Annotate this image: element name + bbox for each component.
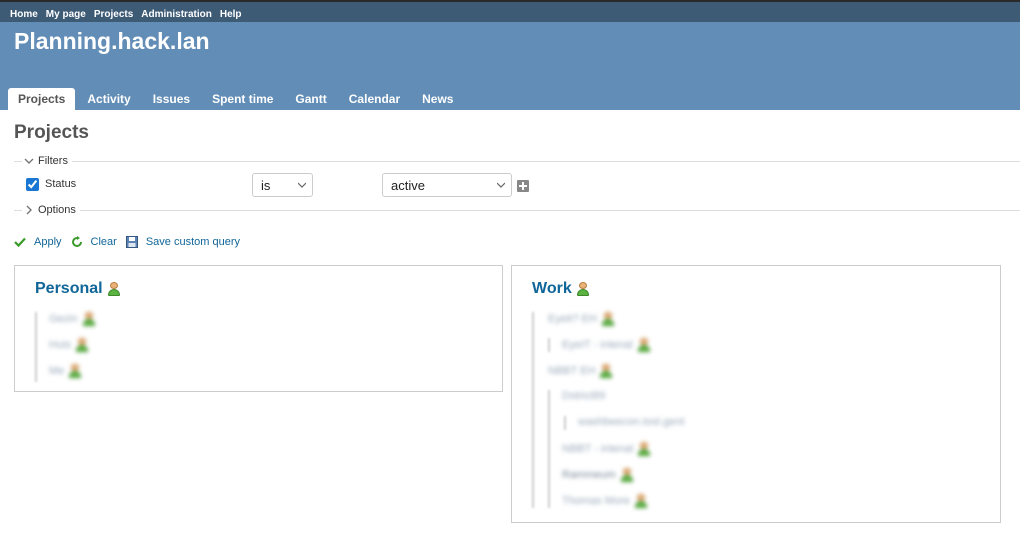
project-item[interactable]: NBBT - intenal xyxy=(562,442,651,456)
project-item[interactable]: Huis xyxy=(49,338,89,352)
top-menu: Home My page Projects Administration Hel… xyxy=(0,0,1020,22)
top-menu-home[interactable]: Home xyxy=(10,9,38,20)
project-item[interactable]: Eyeit? EH xyxy=(548,312,615,326)
project-item[interactable]: Me xyxy=(49,364,82,378)
project-item[interactable]: Gezin xyxy=(49,312,96,326)
user-icon xyxy=(637,338,651,352)
user-icon xyxy=(620,468,634,482)
top-menu-administration[interactable]: Administration xyxy=(141,9,212,20)
user-icon xyxy=(601,312,615,326)
options-divider xyxy=(14,210,1020,211)
status-operator-value: is xyxy=(261,178,271,193)
checkmark-icon xyxy=(14,237,26,248)
clear-button[interactable]: Clear xyxy=(71,236,117,248)
filter-status-row: Status is active xyxy=(26,173,546,201)
project-item-label: Huis xyxy=(49,339,72,351)
status-filter-label: Status xyxy=(45,178,77,190)
chevron-down-icon xyxy=(298,182,306,188)
project-name-work: Work xyxy=(532,280,572,297)
tab-gantt[interactable]: Gantt xyxy=(285,88,336,110)
project-title-personal[interactable]: Personal xyxy=(35,280,121,298)
tab-activity[interactable]: Activity xyxy=(77,88,140,110)
project-item-label: Dstrict89 xyxy=(562,390,606,402)
project-item-label: Thomas More xyxy=(562,495,630,507)
filters-legend[interactable]: Filters xyxy=(22,155,72,167)
project-item[interactable]: Rammeum xyxy=(562,468,634,482)
project-item-label: NBBT - intenal xyxy=(562,443,634,455)
user-icon xyxy=(576,282,590,296)
tab-spent-time[interactable]: Spent time xyxy=(202,88,283,110)
user-icon xyxy=(599,364,613,378)
status-value-select[interactable]: active xyxy=(382,173,512,197)
header: Planning.hack.lan Projects Activity Issu… xyxy=(0,22,1020,110)
project-box-personal: Personal Gezin Huis Me xyxy=(14,265,503,392)
project-item[interactable]: Thomas More xyxy=(562,494,648,508)
add-filter-icon[interactable] xyxy=(517,180,529,192)
main-menu: Projects Activity Issues Spent time Gant… xyxy=(8,88,465,110)
user-icon xyxy=(637,442,651,456)
tree-line xyxy=(564,416,566,430)
project-item-label: NBBT EH xyxy=(548,365,596,377)
apply-button[interactable]: Apply xyxy=(14,236,62,248)
user-icon xyxy=(68,364,82,378)
chevron-down-icon xyxy=(24,158,34,164)
apply-label: Apply xyxy=(34,236,62,248)
tree-line xyxy=(532,312,534,508)
status-operator-select[interactable]: is xyxy=(252,173,313,197)
status-value-text: active xyxy=(391,178,425,193)
site-title: Planning.hack.lan xyxy=(14,28,210,54)
save-query-button[interactable]: Save custom query xyxy=(125,236,240,248)
options-legend-label: Options xyxy=(38,204,76,216)
project-title-work[interactable]: Work xyxy=(532,280,590,298)
project-item[interactable]: washbeecon.tosl.gent xyxy=(578,416,684,428)
project-item[interactable]: Dstrict89 xyxy=(562,390,605,402)
user-icon xyxy=(82,312,96,326)
chevron-right-icon xyxy=(26,205,32,215)
user-icon xyxy=(107,282,121,296)
options-legend[interactable]: Options xyxy=(22,204,80,216)
project-box-work: Work Eyeit? EH EyeIT - intenal NBBT EH D… xyxy=(511,265,1001,523)
tab-calendar[interactable]: Calendar xyxy=(339,88,410,110)
project-item-label: Rammeum xyxy=(562,469,616,481)
clear-label: Clear xyxy=(90,236,117,248)
project-item-label: Me xyxy=(49,365,65,377)
tab-issues[interactable]: Issues xyxy=(143,88,200,110)
user-icon xyxy=(634,494,648,508)
status-filter-checkbox[interactable] xyxy=(26,178,39,191)
project-item-label: washbeecon.tosl.gent xyxy=(578,416,685,428)
page-title: Projects xyxy=(14,122,89,143)
project-item-label: Gezin xyxy=(49,313,78,325)
tab-projects[interactable]: Projects xyxy=(8,88,76,110)
tree-line xyxy=(548,338,550,352)
top-menu-my-page[interactable]: My page xyxy=(46,9,86,20)
user-icon xyxy=(75,338,89,352)
project-item[interactable]: NBBT EH xyxy=(548,364,613,378)
save-icon xyxy=(125,236,138,248)
tree-line xyxy=(548,390,550,508)
top-menu-projects[interactable]: Projects xyxy=(94,9,133,20)
query-actions: Apply Clear Save custom query xyxy=(14,236,249,248)
tree-line xyxy=(35,312,37,382)
reload-icon xyxy=(71,236,82,247)
project-name-personal: Personal xyxy=(35,280,103,297)
top-menu-help[interactable]: Help xyxy=(220,9,242,20)
filters-divider xyxy=(14,161,1020,162)
project-item[interactable]: EyeIT - intenal xyxy=(562,338,651,352)
project-item-label: Eyeit? EH xyxy=(548,313,597,325)
save-query-label: Save custom query xyxy=(145,236,240,248)
content: Projects Filters Status is active Option… xyxy=(0,110,1020,554)
project-item-label: EyeIT - intenal xyxy=(562,339,633,351)
chevron-down-icon xyxy=(497,182,505,188)
filters-legend-label: Filters xyxy=(38,155,68,167)
tab-news[interactable]: News xyxy=(412,88,463,110)
